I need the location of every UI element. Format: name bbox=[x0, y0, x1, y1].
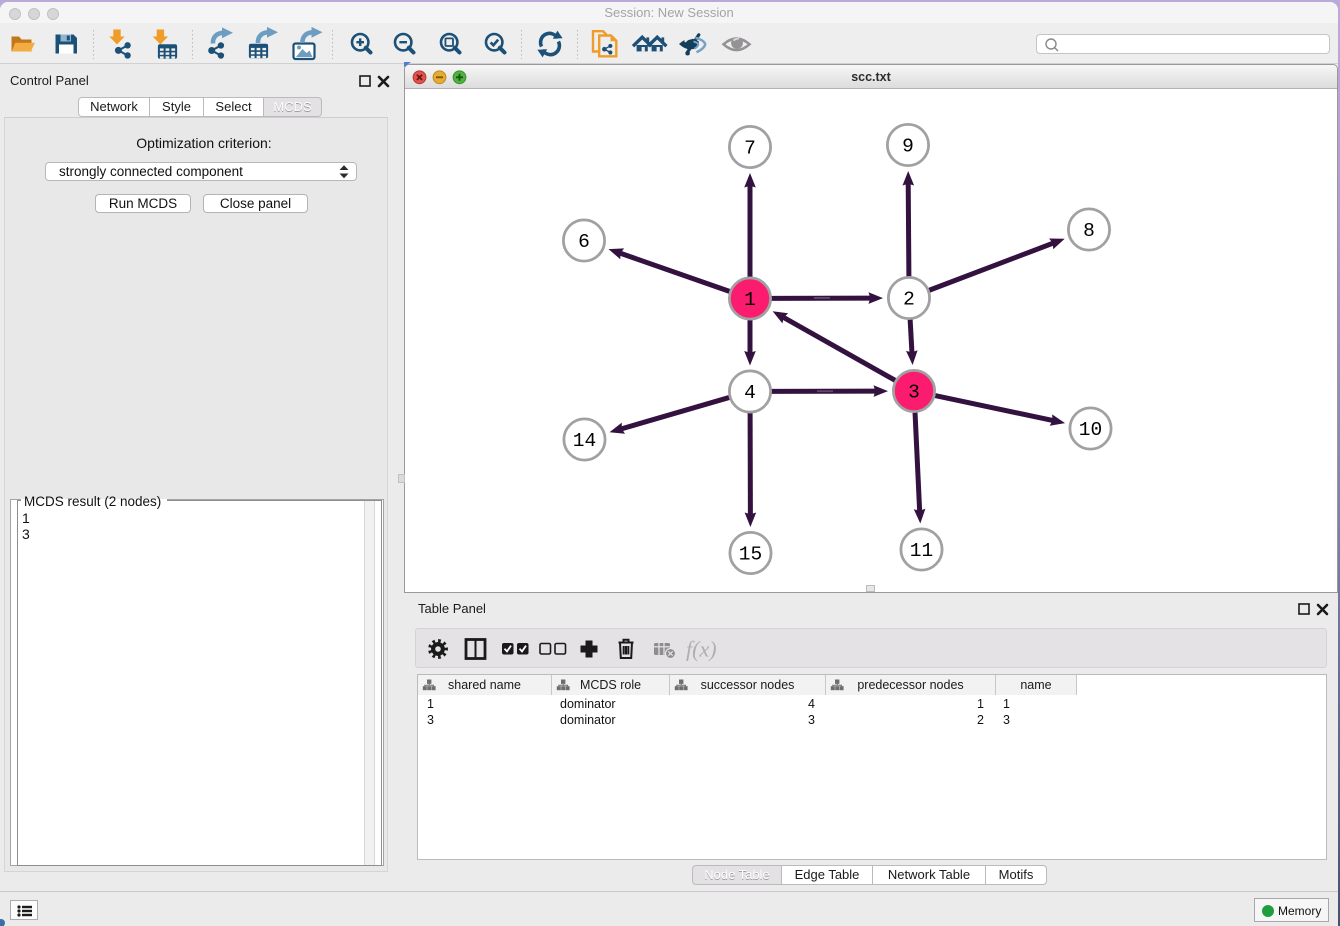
svg-text:f(x): f(x) bbox=[686, 637, 717, 662]
svg-text:3: 3 bbox=[908, 381, 920, 403]
svg-text:14: 14 bbox=[573, 430, 596, 452]
svg-text:6: 6 bbox=[578, 231, 590, 253]
svg-text:10: 10 bbox=[1079, 419, 1102, 441]
svg-text:4: 4 bbox=[744, 382, 756, 404]
svg-text:2: 2 bbox=[903, 288, 915, 310]
svg-text:9: 9 bbox=[902, 135, 914, 157]
svg-text:8: 8 bbox=[1083, 220, 1095, 242]
svg-text:1: 1 bbox=[744, 289, 756, 311]
svg-text:11: 11 bbox=[910, 540, 933, 562]
svg-text:7: 7 bbox=[744, 137, 756, 159]
svg-text:15: 15 bbox=[739, 543, 762, 565]
